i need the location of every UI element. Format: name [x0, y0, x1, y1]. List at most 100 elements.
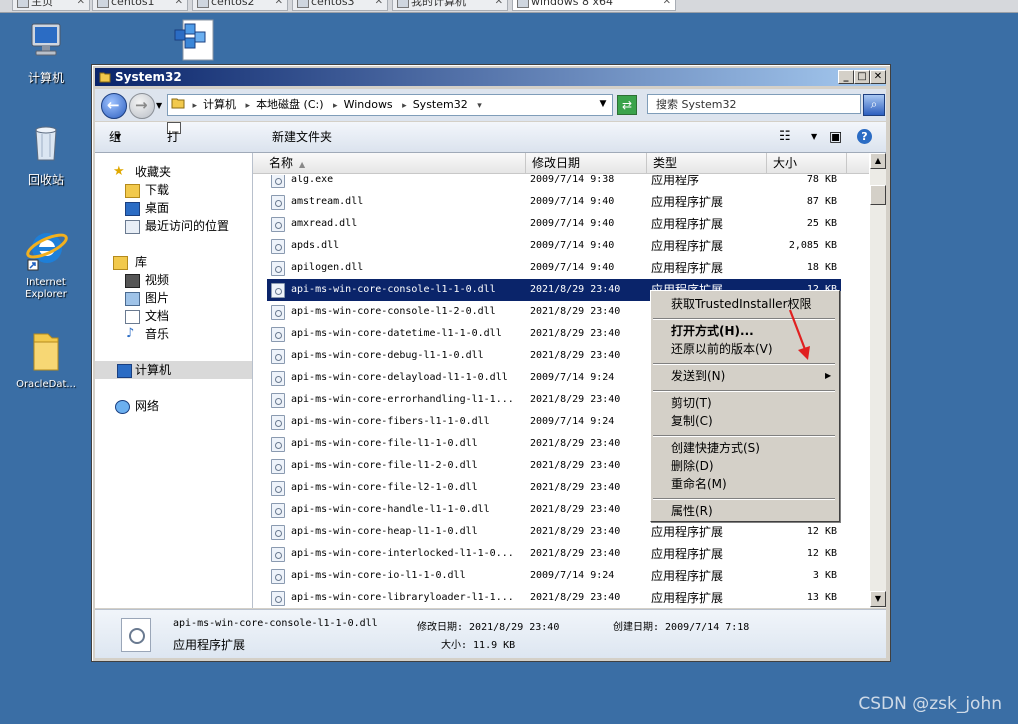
context-menu-item[interactable]: 创建快捷方式(S)	[671, 439, 760, 457]
context-menu-item[interactable]: 删除(D)	[671, 457, 714, 475]
breadcrumb-computer[interactable]: 计算机	[203, 98, 236, 111]
back-button[interactable]: ←	[101, 93, 127, 119]
view-dropdown-icon[interactable]: ▼	[811, 122, 817, 152]
close-button[interactable]: ✕	[870, 70, 886, 84]
vm-tab-windows8[interactable]: windows 8 x64 ✕	[512, 0, 676, 11]
column-date[interactable]: 修改日期	[526, 153, 647, 173]
file-row[interactable]: api-ms-win-core-heap-l1-1-0.dll 2021/8/29…	[267, 521, 841, 543]
file-date: 2021/8/29 23:40	[530, 592, 621, 603]
desktop-icon-oracle-folder[interactable]: OracleDat...	[6, 328, 86, 391]
file-size: 25 KB	[806, 218, 837, 229]
file-size: 2,085 KB	[788, 240, 837, 251]
vm-tab-centos1[interactable]: centos1 ✕	[92, 0, 188, 11]
close-icon[interactable]: ✕	[375, 0, 383, 9]
nav-favorites[interactable]: ★ 收藏夹	[95, 163, 252, 181]
close-icon[interactable]: ✕	[275, 0, 283, 9]
context-menu-item[interactable]: 复制(C)	[671, 412, 713, 430]
file-row[interactable]: api-ms-win-core-interlocked-l1-1-0... 202…	[267, 543, 841, 565]
film-icon	[125, 274, 140, 288]
nav-downloads[interactable]: 下载	[95, 181, 252, 199]
watermark: CSDN @zsk_john	[858, 694, 1002, 714]
dll-file-icon	[271, 371, 285, 386]
file-date: 2021/8/29 23:40	[530, 526, 621, 537]
search-icon: ⌕	[870, 97, 878, 111]
file-row[interactable]: apilogen.dll 2009/7/14 9:40 应用程序扩展 18 KB	[267, 257, 841, 279]
music-note-icon: ♪	[126, 326, 135, 341]
context-menu-item[interactable]: 还原以前的版本(V)	[671, 340, 773, 358]
search-input[interactable]: 搜索 System32	[647, 94, 861, 114]
window-titlebar[interactable]: System32 _ □ ✕	[95, 68, 886, 86]
history-dropdown-icon[interactable]: ▼	[156, 101, 162, 110]
nav-libraries[interactable]: 库	[95, 253, 252, 271]
file-size: 12 KB	[806, 526, 837, 537]
scroll-up-button[interactable]: ▲	[870, 153, 886, 169]
scroll-thumb[interactable]	[870, 185, 886, 205]
file-date: 2021/8/29 23:40	[530, 284, 621, 295]
nav-desktop[interactable]: 桌面	[95, 199, 252, 217]
file-name: api-ms-win-core-heap-l1-1-0.dll	[291, 526, 478, 537]
minimize-button[interactable]: _	[838, 70, 854, 84]
folder-icon	[33, 333, 59, 371]
file-row[interactable]: api-ms-win-core-io-l1-1-0.dll 2009/7/14 9…	[267, 565, 841, 587]
nav-music[interactable]: ♪ 音乐	[95, 325, 252, 343]
context-menu-item[interactable]: 打开方式(H)...	[671, 322, 754, 340]
close-icon[interactable]: ✕	[77, 0, 85, 9]
file-date: 2021/8/29 23:40	[530, 328, 621, 339]
nav-documents[interactable]: 文档	[95, 307, 252, 325]
close-icon[interactable]: ✕	[495, 0, 503, 9]
vm-tab-home[interactable]: 主页 ✕	[12, 0, 90, 11]
vm-tab-centos2[interactable]: centos2 ✕	[192, 0, 288, 11]
column-type[interactable]: 类型	[647, 153, 767, 173]
nav-pictures[interactable]: 图片	[95, 289, 252, 307]
scroll-down-button[interactable]: ▼	[870, 591, 886, 607]
forward-button[interactable]: →	[129, 93, 155, 119]
desktop-icon-recycle-bin[interactable]: 回收站	[6, 122, 86, 188]
dll-file-icon	[271, 261, 285, 276]
file-type: 应用程序扩展	[651, 547, 724, 561]
vm-tab-centos3[interactable]: centos3 ✕	[292, 0, 388, 11]
desktop-icon-internet-explorer[interactable]: Internet Explorer	[6, 226, 86, 301]
file-name: api-ms-win-core-interlocked-l1-1-0...	[291, 548, 514, 559]
column-name[interactable]: 名称 ▲	[267, 153, 526, 173]
file-row[interactable]: apds.dll 2009/7/14 9:40 应用程序扩展 2,085 KB	[267, 235, 841, 257]
context-menu-item[interactable]: 重命名(M)	[671, 475, 727, 493]
column-size[interactable]: 大小	[767, 153, 847, 173]
address-breadcrumb[interactable]: ▸ 计算机 ▸ 本地磁盘 (C:) ▸ Windows ▸ System32 ▾	[167, 94, 613, 116]
view-options-icon[interactable]: ☷	[779, 122, 791, 152]
nav-network[interactable]: 网络	[95, 397, 252, 415]
context-menu-item[interactable]: 剪切(T)	[671, 394, 712, 412]
breadcrumb-windows[interactable]: Windows	[344, 98, 393, 111]
nav-videos[interactable]: 视频	[95, 271, 252, 289]
file-row[interactable]: alg.exe 2009/7/14 9:38 应用程序 78 KB	[267, 175, 841, 191]
search-button[interactable]: ⌕	[863, 94, 885, 116]
file-name: api-ms-win-core-handle-l1-1-0.dll	[291, 504, 490, 515]
breadcrumb-local-disk[interactable]: 本地磁盘 (C:)	[256, 98, 323, 111]
file-size: 3 KB	[812, 570, 837, 581]
dll-file-icon	[271, 415, 285, 430]
vertical-scrollbar[interactable]: ▲ ▼	[870, 153, 886, 608]
new-folder-button[interactable]: 新建文件夹	[272, 122, 332, 152]
file-name: api-ms-win-core-delayload-l1-1-0.dll	[291, 372, 508, 383]
file-row[interactable]: amxread.dll 2009/7/14 9:40 应用程序扩展 25 KB	[267, 213, 841, 235]
preview-pane-icon[interactable]: ▣	[829, 122, 842, 152]
file-name: apilogen.dll	[291, 262, 364, 273]
close-icon[interactable]: ✕	[175, 0, 183, 9]
desktop-icon-computer[interactable]: 计算机	[6, 20, 86, 86]
file-row[interactable]: amstream.dll 2009/7/14 9:40 应用程序扩展 87 KB	[267, 191, 841, 213]
help-icon[interactable]: ?	[857, 129, 872, 144]
file-name: api-ms-win-core-debug-l1-1-0.dll	[291, 350, 484, 361]
context-menu-item[interactable]: 属性(R)	[671, 502, 713, 520]
refresh-button[interactable]: ⇄	[617, 95, 637, 115]
file-date: 2009/7/14 9:24	[530, 570, 615, 581]
address-dropdown-icon[interactable]: ▼	[595, 94, 611, 114]
context-menu-item[interactable]: 发送到(N)	[671, 367, 725, 385]
dll-file-icon	[271, 305, 285, 320]
file-row[interactable]: api-ms-win-core-libraryloader-l1-1... 202…	[267, 587, 841, 608]
close-icon[interactable]: ✕	[663, 0, 671, 9]
nav-recent-places[interactable]: 最近访问的位置	[95, 217, 252, 235]
maximize-button[interactable]: □	[854, 70, 870, 84]
breadcrumb-system32[interactable]: System32	[413, 98, 468, 111]
nav-computer[interactable]: 计算机	[95, 361, 252, 379]
vm-tab-my-computer[interactable]: 我的计算机 ✕	[392, 0, 508, 11]
desktop-icon-registry[interactable]	[164, 16, 224, 69]
